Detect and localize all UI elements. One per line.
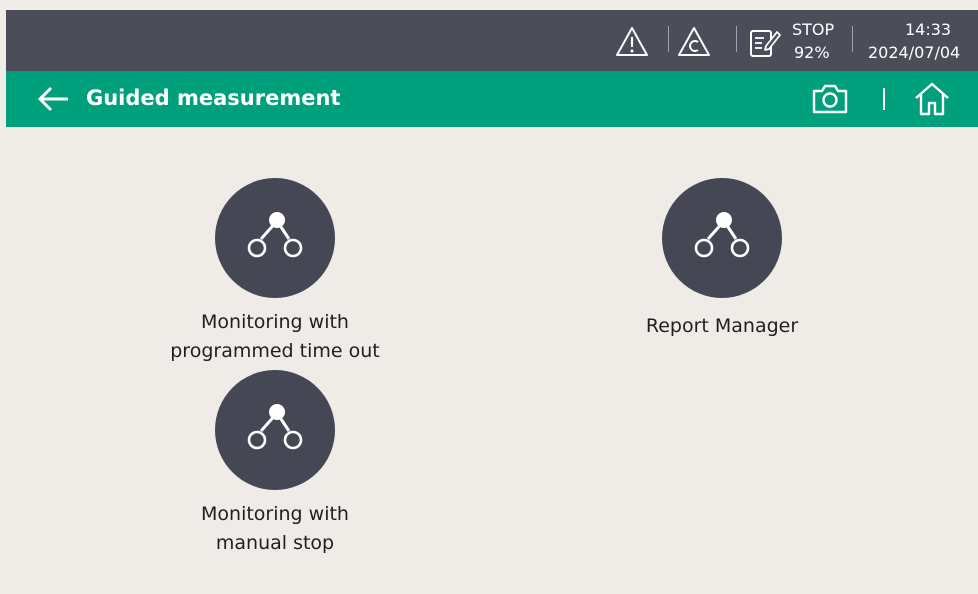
tile-label-line: Monitoring with [201,503,349,525]
status-bar: STOP 92% 14:33 2024/07/04 [6,10,978,71]
tile-label-line: programmed time out [170,340,380,362]
tile-monitoring-programmed-timeout[interactable]: Monitoring with programmed time out [145,178,405,366]
screenshot-button[interactable] [810,81,850,117]
clock-time: 14:33 [905,20,952,39]
warning-icon[interactable] [614,24,650,60]
app-frame: STOP 92% 14:33 2024/07/04 Guided measure… [6,10,978,594]
edit-document-icon[interactable] [746,24,782,60]
title-bar: Guided measurement [6,71,978,127]
workflow-icon [694,212,750,258]
status-separator [852,26,853,52]
back-button[interactable] [36,85,70,113]
titlebar-separator [883,88,885,110]
workflow-icon [247,404,303,450]
camera-icon [812,84,848,114]
status-separator [668,26,669,52]
tile-label-line: Monitoring with [201,311,349,333]
tile-icon-circle [215,178,335,298]
home-icon [915,82,949,116]
tile-icon-circle [662,178,782,298]
battery-percent: 92% [794,43,830,62]
page-title: Guided measurement [86,86,341,110]
arrow-left-icon [37,86,68,112]
home-button[interactable] [912,81,952,117]
clock-date: 2024/07/04 [868,43,961,62]
tile-label: Report Manager [592,312,852,341]
mode-label: STOP [792,20,835,39]
tile-icon-circle [215,370,335,490]
calibration-warning-icon[interactable] [676,24,712,60]
workflow-icon [247,212,303,258]
tile-label-line: manual stop [215,532,335,554]
tile-label: Monitoring with manual stop [145,500,405,558]
tile-label-line: Report Manager [645,315,799,337]
tile-label: Monitoring with programmed time out [145,308,405,366]
tile-report-manager[interactable]: Report Manager [592,178,852,341]
status-separator [736,26,737,52]
tile-monitoring-manual-stop[interactable]: Monitoring with manual stop [145,370,405,558]
